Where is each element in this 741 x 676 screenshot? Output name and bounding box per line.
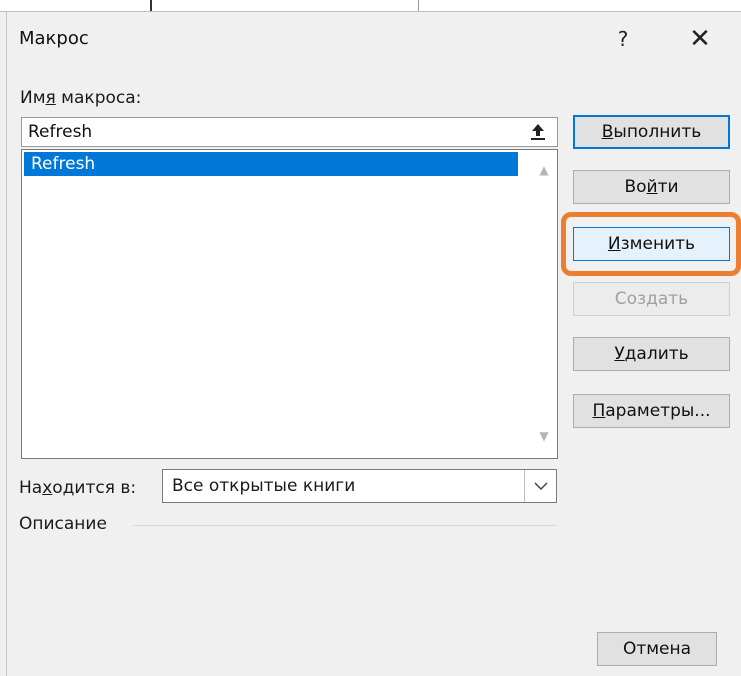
collapse-dialog-button[interactable] [521,119,555,145]
macros-in-dropdown[interactable]: Все открытые книги [162,469,557,503]
scroll-up-arrow-icon[interactable]: ▲ [534,160,554,180]
upload-icon [531,124,545,140]
dropdown-value: Все открытые книги [172,476,356,496]
options-button[interactable]: Параметры... [573,394,730,428]
dialog-title: Макрос [19,28,89,49]
step-into-button[interactable]: Войти [573,170,730,204]
scroll-down-arrow-icon[interactable]: ▼ [534,426,554,446]
cancel-button[interactable]: Отмена [597,632,717,666]
highlight-annotation [561,212,741,276]
help-button[interactable]: ? [611,24,635,54]
background-window-strip [0,0,741,12]
macro-dialog: Макрос ? ✕ Имя макроса: Refresh ▲ ▼ Выпо… [6,12,741,676]
chevron-down-icon[interactable] [524,470,556,502]
divider [150,0,152,11]
create-button[interactable]: Создать [573,282,730,316]
run-button[interactable]: Выполнить [573,115,730,149]
macro-name-input[interactable] [21,117,558,147]
close-icon: ✕ [689,24,711,54]
description-label: Описание [19,514,107,534]
description-separator [133,525,557,526]
macro-name-label: Имя макроса: [20,88,142,108]
delete-button[interactable]: Удалить [573,337,730,371]
list-item[interactable]: Refresh [24,152,518,176]
close-button[interactable]: ✕ [683,22,717,56]
macros-in-label: Находится в: [19,478,137,498]
macro-list[interactable]: Refresh ▲ ▼ [21,149,558,459]
divider [418,0,419,11]
